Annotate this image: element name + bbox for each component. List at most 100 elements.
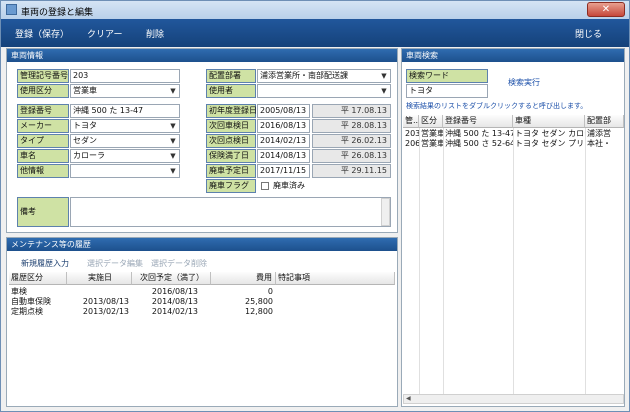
keyword-label: 検索ワード bbox=[406, 69, 488, 83]
other-select[interactable]: ▼ bbox=[70, 164, 180, 178]
cost: 0 bbox=[267, 287, 273, 296]
type-label: タイプ bbox=[17, 134, 69, 148]
cost: 25,800 bbox=[245, 297, 273, 306]
result-dept: 本社・ bbox=[587, 139, 611, 148]
dept-label: 配置部署 bbox=[206, 69, 256, 83]
edit-history-button[interactable]: 選択データ編集 bbox=[87, 258, 143, 269]
usage-type-label: 使用区分 bbox=[17, 84, 69, 98]
column-divider bbox=[443, 128, 444, 395]
cost: 12,800 bbox=[245, 307, 273, 316]
result-type: 営業車 bbox=[421, 129, 443, 138]
done-date bbox=[67, 287, 129, 297]
usage-type-select[interactable]: 営業車 ▼ bbox=[70, 84, 180, 98]
dept-value: 浦添営業所・南部配送課 bbox=[260, 71, 348, 80]
window-title: 車両の登録と編集 bbox=[21, 8, 94, 18]
search-results-table: 管... 区分 登録番号 車種 配置部 203 営業車 沖縄 500 た 13-… bbox=[403, 115, 624, 405]
scrap-plan-jp: 平 29.11.15 bbox=[312, 164, 391, 178]
column-header[interactable]: 履歴区分 bbox=[9, 272, 67, 285]
chevron-down-icon: ▼ bbox=[170, 167, 176, 175]
car-name-select[interactable]: カローラ ▼ bbox=[70, 149, 180, 163]
remarks-scrollbar[interactable] bbox=[381, 198, 390, 226]
column-header[interactable]: 登録番号 bbox=[443, 115, 513, 128]
chevron-down-icon: ▼ bbox=[170, 87, 176, 95]
scrap-done-label: 廃車済み bbox=[273, 181, 305, 190]
column-header[interactable]: 管... bbox=[403, 115, 419, 128]
mgmt-no-input[interactable]: 203 bbox=[70, 69, 180, 83]
result-reg-no: 沖縄 500 さ 52-64 bbox=[445, 139, 513, 148]
chevron-down-icon: ▼ bbox=[170, 137, 176, 145]
history-type: 車検 bbox=[11, 287, 27, 296]
type-value: セダン bbox=[73, 136, 97, 145]
remarks-textarea[interactable] bbox=[70, 197, 391, 227]
result-id: 203 bbox=[405, 129, 419, 138]
new-history-button[interactable]: 新規履歴入力 bbox=[21, 258, 69, 269]
first-reg-label: 初年度登録日 bbox=[206, 104, 257, 118]
delete-history-button[interactable]: 選択データ削除 bbox=[151, 258, 207, 269]
scrap-flag-checkbox[interactable] bbox=[261, 182, 269, 190]
column-divider bbox=[585, 128, 586, 395]
chevron-down-icon: ▼ bbox=[381, 72, 387, 80]
history-type: 定期点検 bbox=[11, 307, 43, 316]
title-bar: 車両の登録と編集 ✕ bbox=[1, 1, 629, 19]
next-check-jp: 平 26.02.13 bbox=[312, 134, 391, 148]
next-date: 2014/02/13 bbox=[151, 307, 198, 316]
vehicle-search-header: 車両検索 bbox=[402, 49, 624, 62]
column-header[interactable]: 車種 bbox=[513, 115, 585, 128]
window-close-button[interactable]: ✕ bbox=[587, 2, 625, 17]
search-execute-button[interactable]: 検索実行 bbox=[508, 77, 540, 88]
usage-type-value: 営業車 bbox=[73, 86, 97, 95]
reg-no-label: 登録番号 bbox=[17, 104, 69, 118]
history-type: 自動車保険 bbox=[11, 297, 51, 306]
next-inspection-input[interactable]: 2016/08/13 bbox=[257, 119, 310, 133]
scrap-plan-input[interactable]: 2017/11/15 bbox=[257, 164, 310, 178]
next-check-label: 次回点検日 bbox=[206, 134, 256, 148]
column-header[interactable]: 次回予定（満了） bbox=[132, 272, 211, 285]
result-dept: 浦添営 bbox=[587, 129, 611, 138]
car-name-value: カローラ bbox=[73, 151, 105, 160]
insurance-end-label: 保険満了日 bbox=[206, 149, 256, 163]
maintenance-panel: メンテナンス等の履歴 新規履歴入力 選択データ編集 選択データ削除 履歴区分 実… bbox=[6, 237, 398, 407]
search-hint: 検索結果のリストをダブルクリックすると呼び出します。 bbox=[406, 102, 588, 110]
reg-no-input[interactable]: 沖縄 500 た 13-47 bbox=[70, 104, 180, 118]
keyword-input[interactable]: トヨタ bbox=[406, 84, 488, 98]
app-icon bbox=[6, 4, 17, 15]
maintenance-table: 履歴区分 実施日 次回予定（満了） 費用 特記事項 車検 2016/08/13 … bbox=[9, 272, 395, 404]
vehicle-info-header: 車両情報 bbox=[7, 49, 397, 62]
chevron-down-icon: ▼ bbox=[381, 87, 387, 95]
done-date: 2013/08/13 bbox=[82, 297, 129, 306]
insurance-end-input[interactable]: 2014/08/13 bbox=[257, 149, 310, 163]
first-reg-input[interactable]: 2005/08/13 bbox=[257, 104, 310, 118]
column-header[interactable]: 特記事項 bbox=[276, 272, 395, 285]
type-select[interactable]: セダン ▼ bbox=[70, 134, 180, 148]
next-inspection-jp: 平 28.08.13 bbox=[312, 119, 391, 133]
maker-value: トヨタ bbox=[73, 121, 97, 130]
horizontal-scrollbar[interactable]: ◀ bbox=[403, 394, 624, 404]
done-date: 2013/02/13 bbox=[82, 307, 129, 316]
dept-select[interactable]: 浦添営業所・南部配送課 ▼ bbox=[257, 69, 391, 83]
column-header[interactable]: 区分 bbox=[419, 115, 443, 128]
vehicle-search-panel: 車両検索 検索ワード トヨタ 検索実行 検索結果のリストをダブルクリックすると呼… bbox=[401, 48, 625, 407]
column-divider bbox=[419, 128, 420, 395]
mgmt-no-label: 管理記号番号 bbox=[17, 69, 69, 83]
column-divider bbox=[513, 128, 514, 395]
next-inspection-label: 次回車検日 bbox=[206, 119, 256, 133]
scrap-plan-label: 廃車予定日 bbox=[206, 164, 256, 178]
close-button[interactable]: 閉じる bbox=[575, 27, 602, 40]
car-name-label: 車名 bbox=[17, 149, 69, 163]
chevron-down-icon: ▼ bbox=[170, 122, 176, 130]
vehicle-info-panel: 車両情報 管理記号番号 203 使用区分 営業車 ▼ 登録番号 沖縄 500 た … bbox=[6, 48, 398, 233]
next-date: 2016/08/13 bbox=[151, 287, 198, 296]
column-header[interactable]: 実施日 bbox=[67, 272, 132, 285]
chevron-down-icon: ▼ bbox=[170, 152, 176, 160]
register-button[interactable]: 登録（保存） bbox=[15, 27, 69, 40]
user-select[interactable]: ▼ bbox=[257, 84, 391, 98]
main-window: 車両の登録と編集 ✕ 登録（保存） クリアー 削除 閉じる 車両情報 管理記号番… bbox=[0, 0, 630, 412]
column-header[interactable]: 配置部 bbox=[585, 115, 624, 128]
column-header[interactable]: 費用 bbox=[211, 272, 276, 285]
other-label: 他情報 bbox=[17, 164, 69, 178]
next-check-input[interactable]: 2014/02/13 bbox=[257, 134, 310, 148]
clear-button[interactable]: クリアー bbox=[87, 27, 122, 40]
delete-button[interactable]: 削除 bbox=[146, 27, 164, 40]
maker-select[interactable]: トヨタ ▼ bbox=[70, 119, 180, 133]
scrap-flag-label: 廃車フラグ bbox=[206, 179, 256, 193]
